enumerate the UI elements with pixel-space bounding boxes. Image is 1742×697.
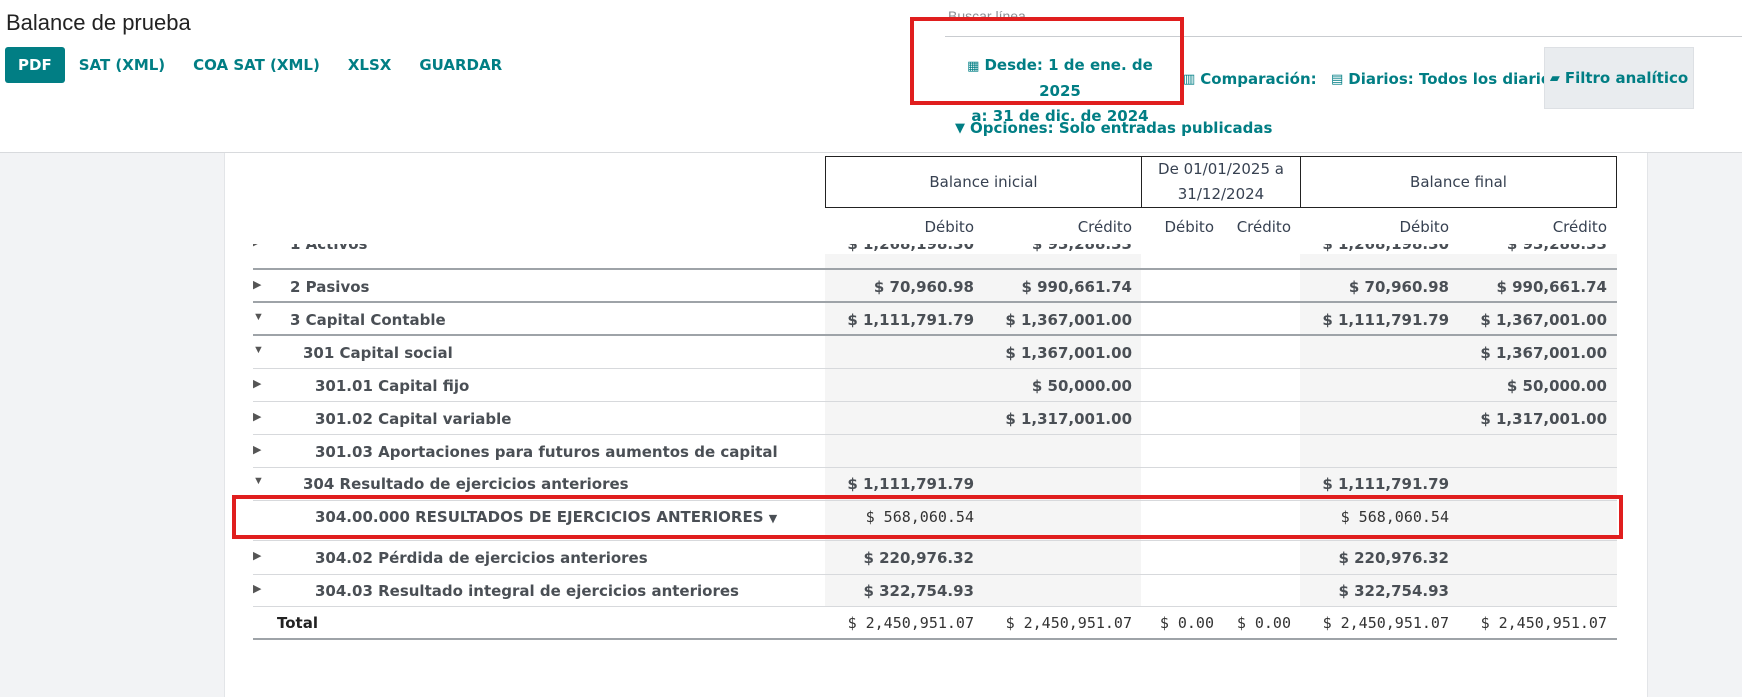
row-label: 301.02 Capital variable [315, 410, 512, 428]
cell-value: $ 50,000.00 [1506, 377, 1607, 395]
caret-right-icon: ▶ [253, 411, 262, 423]
cell-value: $ 1,367,001.00 [1005, 344, 1132, 362]
cell-value: $ 1,268,198.30 [1322, 244, 1449, 253]
period-line-1: De 01/01/2025 a [1158, 160, 1284, 178]
cell-value: $ 220,976.32 [863, 549, 974, 567]
total-value: $ 2,450,951.07 [1480, 614, 1607, 632]
save-button[interactable]: GUARDAR [405, 47, 516, 83]
analytic-filter-button[interactable]: ▰ Filtro analítico [1544, 47, 1694, 109]
cell-value: $ 1,317,001.00 [1005, 410, 1132, 428]
total-value: $ 2,450,951.07 [1005, 614, 1132, 632]
row-label: 2 Pasivos [290, 278, 370, 296]
cell-value: $ 70,960.98 [1348, 278, 1449, 296]
total-label: Total [277, 614, 318, 632]
cell-value: $ 990,661.74 [1496, 278, 1607, 296]
debit-header: Débito [924, 218, 974, 236]
caret-right-icon: ▶ [253, 279, 262, 291]
row-label: 304.02 Pérdida de ejercicios anteriores [315, 549, 648, 567]
cell-value: $ 93,288.33 [1031, 244, 1132, 253]
cell-value: $ 1,367,001.00 [1005, 311, 1132, 329]
journals-filter[interactable]: ▤ Diarios: Todos los diarios [1331, 70, 1560, 88]
period-line-2: 31/12/2024 [1177, 185, 1265, 203]
analytic-label: Filtro analítico [1564, 69, 1689, 87]
folder-open-icon: ▰ [1549, 70, 1560, 86]
cell-value: $ 1,111,791.79 [847, 475, 974, 493]
row-separator [253, 540, 1617, 541]
credit-header: Crédito [1077, 218, 1132, 236]
cell-value: $ 50,000.00 [1031, 377, 1132, 395]
comparison-label: Comparación: [1200, 70, 1317, 88]
row-separator [253, 638, 1617, 640]
row-label: 3 Capital Contable [290, 311, 446, 329]
highlight-box [910, 17, 1184, 105]
cell-value: $ 93,288.33 [1506, 244, 1607, 253]
row-label: 304.03 Resultado integral de ejercicios … [315, 582, 739, 600]
caret-right-icon: ▶ [253, 550, 262, 562]
cell-value: $ 1,111,791.79 [1322, 475, 1449, 493]
options-filter[interactable]: ▼ Opciones: Solo entradas publicadas [955, 119, 1272, 137]
row-separator [253, 401, 1617, 402]
total-value: $ 0.00 [1236, 614, 1291, 632]
coa-sat-xml-button[interactable]: COA SAT (XML) [179, 47, 334, 83]
cell-value: $ 1,367,001.00 [1480, 344, 1607, 362]
caret-down-icon: ▼ [253, 475, 264, 487]
row-separator [253, 334, 1617, 336]
total-value: $ 2,450,951.07 [1322, 614, 1449, 632]
debit-header: Débito [1164, 218, 1214, 236]
debit-header: Débito [1399, 218, 1449, 236]
cell-value: $ 70,960.98 [873, 278, 974, 296]
xlsx-button[interactable]: XLSX [334, 47, 406, 83]
scroll-clip: ▶ 1 Activos $ 1,268,198.30 $ 93,288.33 $… [0, 244, 1742, 254]
cell-value: $ 322,754.93 [1338, 582, 1449, 600]
row-label: 301.03 Aportaciones para futuros aumento… [315, 443, 778, 461]
cell-value: $ 1,268,198.30 [847, 244, 974, 253]
row-separator [253, 301, 1617, 303]
total-value: $ 2,450,951.07 [847, 614, 974, 632]
caret-right-icon: ▶ [253, 583, 262, 595]
cell-value: $ 1,111,791.79 [847, 311, 974, 329]
report-actions: PDF SAT (XML) COA SAT (XML) XLSX GUARDAR [5, 47, 516, 83]
sat-xml-button[interactable]: SAT (XML) [65, 47, 179, 83]
row-separator [253, 574, 1617, 575]
cell-value: $ 220,976.32 [1338, 549, 1449, 567]
row-label: 301 Capital social [303, 344, 453, 362]
column-group-final-balance: Balance final [1300, 156, 1617, 208]
credit-header: Crédito [1236, 218, 1291, 236]
journals-label: Diarios: Todos los diarios [1348, 70, 1561, 88]
bar-chart-icon: ▥ [1183, 71, 1196, 87]
cell-value: $ 990,661.74 [1021, 278, 1132, 296]
row-separator [253, 467, 1617, 468]
cell-value: $ 1,317,001.00 [1480, 410, 1607, 428]
pdf-button[interactable]: PDF [5, 47, 65, 83]
row-label: 1 Activos [290, 244, 368, 253]
cell-value: $ 322,754.93 [863, 582, 974, 600]
cell-value: $ 1,111,791.79 [1322, 311, 1449, 329]
row-separator [253, 268, 1617, 270]
funnel-icon: ▼ [955, 120, 965, 136]
row-label: 304 Resultado de ejercicios anteriores [303, 475, 629, 493]
row-separator [253, 368, 1617, 369]
control-panel: Balance de prueba PDF SAT (XML) COA SAT … [0, 0, 1742, 153]
cell-value: $ 1,367,001.00 [1480, 311, 1607, 329]
caret-right-icon: ▶ [253, 244, 261, 248]
options-label: Opciones: Solo entradas publicadas [970, 119, 1273, 137]
caret-right-icon: ▶ [253, 444, 262, 456]
credit-header: Crédito [1552, 218, 1607, 236]
comparison-filter[interactable]: ▥ Comparación: [1183, 70, 1317, 88]
column-group-initial-balance: Balance inicial [825, 156, 1142, 208]
caret-down-icon: ▼ [253, 344, 264, 356]
row-separator [253, 434, 1617, 435]
highlight-box [232, 495, 1623, 539]
row-label: 301.01 Capital fijo [315, 377, 470, 395]
total-value: $ 0.00 [1159, 614, 1214, 632]
book-icon: ▤ [1331, 71, 1344, 87]
page-title: Balance de prueba [6, 10, 191, 35]
caret-right-icon: ▶ [253, 378, 262, 390]
column-group-period: De 01/01/2025 a 31/12/2024 [1141, 156, 1301, 208]
caret-down-icon: ▼ [253, 311, 264, 323]
row-separator [253, 606, 1617, 607]
